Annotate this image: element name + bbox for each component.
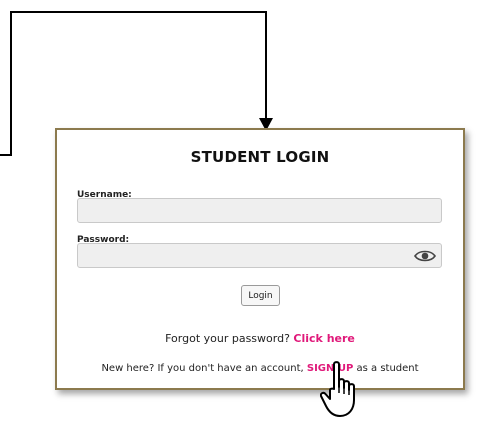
signup-prefix-text: New here? If you don't have an account, [101,363,304,374]
password-input[interactable] [77,243,442,268]
stage: STUDENT LOGIN Username: Password: Login … [0,0,482,426]
login-title: STUDENT LOGIN [190,148,330,166]
forgot-password-link[interactable]: Click here [293,332,354,345]
signup-line: New here? If you don't have an account, … [57,363,463,374]
username-input[interactable] [77,198,442,223]
hand-pointer-icon [320,361,355,417]
login-button[interactable]: Login [241,285,280,306]
forgot-password-text: Forgot your password? [165,332,290,345]
login-card: STUDENT LOGIN Username: Password: Login … [55,128,465,390]
forgot-password-line: Forgot your password? Click here [57,332,463,345]
eye-icon[interactable] [414,249,436,263]
